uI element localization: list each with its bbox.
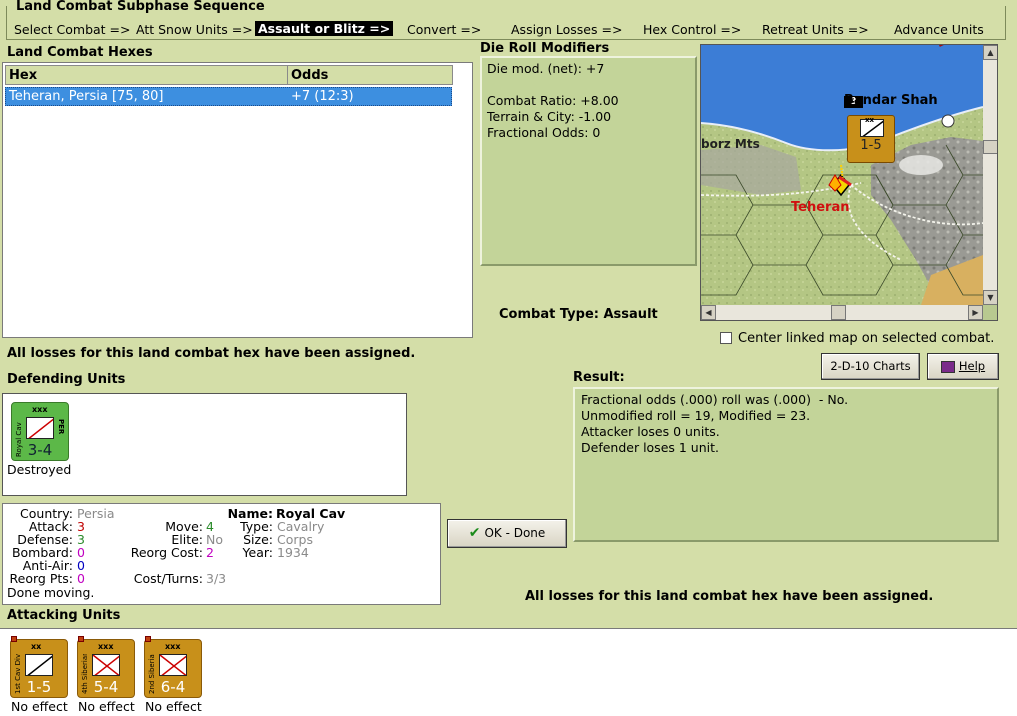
die-roll-modifiers-panel: Die mod. (net): +7 Combat Ratio: +8.00 T… [480, 56, 697, 266]
charts-button[interactable]: 2-D-10 Charts [821, 353, 920, 380]
unit-type-box [25, 654, 53, 676]
year-label: Year: [242, 545, 273, 560]
unit-info-panel: Country: Persia Attack: 3 Defense: 3 Bom… [2, 503, 441, 605]
defending-unit-counter[interactable]: xxx Royal Cav PER 3-4 [11, 402, 69, 461]
odds-cell: +7 (12:3) [291, 89, 354, 104]
checkmark-icon: ✔ [468, 525, 481, 541]
seq-step-convert[interactable]: Convert => [407, 22, 481, 37]
unit-pip-icon [78, 636, 84, 642]
help-book-icon [940, 360, 955, 373]
unit-size-marker: xx [31, 642, 42, 651]
unit-strength: 5-4 [93, 678, 119, 696]
land-combat-hexes-table: Hex Odds Teheran, Persia [75, 80] +7 (12… [2, 62, 473, 338]
defending-units-title: Defending Units [7, 372, 126, 387]
land-combat-hexes-title: Land Combat Hexes [7, 45, 153, 60]
unit-size-marker: xxx [32, 405, 48, 414]
map-unit-counter[interactable]: xx 1-5 [847, 115, 895, 163]
drm-spacer [487, 77, 690, 93]
infantry-symbol-icon [160, 655, 186, 675]
attacking-unit-counter[interactable]: xx 1st Cav Div 1-5 [10, 636, 68, 698]
map-label-teheran: Teheran [791, 200, 850, 215]
attacking-unit-status: No effect [11, 699, 68, 714]
map-terrain[interactable] [701, 45, 983, 305]
unit-size-marker: xxx [98, 642, 114, 651]
unit-pip-icon [145, 636, 151, 642]
unit-pip-icon [11, 636, 17, 642]
year-value: 1934 [277, 545, 309, 560]
map-hscroll-thumb[interactable] [831, 305, 846, 320]
unit-type-box [159, 654, 187, 676]
attacking-units-panel: xx 1st Cav Div 1-5 No effect xxx 4th Sib… [0, 628, 1017, 716]
table-row[interactable]: Teheran, Persia [75, 80] +7 (12:3) [5, 87, 452, 106]
drm-combat-ratio-line: Combat Ratio: +8.00 [487, 93, 619, 108]
attacking-unit-status: No effect [78, 699, 135, 714]
result-line: Attacker loses 0 units. [581, 424, 720, 439]
defending-units-panel: xxx Royal Cav PER 3-4 Destroyed [2, 393, 407, 496]
map-unit-size: xx [865, 116, 875, 124]
map-vscroll-track[interactable] [983, 45, 997, 305]
attacking-units-title: Attacking Units [7, 608, 121, 623]
attacking-unit-counter[interactable]: xxx 2nd Siberian 6-4 [144, 636, 202, 698]
unit-status-text: Done moving. [7, 585, 95, 600]
result-line: Unmodified roll = 19, Modified = 23. [581, 408, 811, 423]
help-button-label: Help [958, 359, 986, 373]
unit-size-marker: xxx [165, 642, 181, 651]
seq-step-assault-or-blitz[interactable]: Assault or Blitz => [255, 21, 394, 36]
combat-type: Combat Type: Assault [499, 307, 658, 322]
result-line: Fractional odds (.000) roll was (.000) -… [581, 392, 849, 407]
die-roll-modifiers-title: Die Roll Modifiers [480, 41, 610, 56]
unit-strength: 6-4 [160, 678, 186, 696]
map-scroll-up-button[interactable]: ▲ [983, 45, 997, 60]
cavalry-symbol-icon [28, 418, 53, 438]
reorg-cost-label: Reorg Cost: [130, 545, 203, 560]
combat-type-value: Assault [603, 307, 658, 322]
defending-unit-status: Destroyed [7, 462, 72, 477]
losses-assigned-message-right: All losses for this land combat hex have… [525, 589, 934, 604]
drm-net-line: Die mod. (net): +7 [487, 61, 605, 76]
attacking-unit-status: No effect [145, 699, 202, 714]
reorg-pts-label: Reorg Pts: [9, 571, 73, 586]
result-panel: Fractional odds (.000) roll was (.000) -… [573, 387, 999, 542]
seq-step-assign-losses[interactable]: Assign Losses => [511, 22, 622, 37]
seq-step-retreat-units[interactable]: Retreat Units => [762, 22, 869, 37]
seq-step-select-combat[interactable]: Select Combat => [14, 22, 131, 37]
seq-step-advance-units[interactable]: Advance Units [894, 22, 984, 37]
cost-turns-label: Cost/Turns: [133, 571, 203, 586]
reorg-pts-value: 0 [77, 571, 85, 586]
losses-assigned-message: All losses for this land combat hex have… [7, 346, 416, 361]
result-line: Defender loses 1 unit. [581, 440, 719, 455]
hex-cell: Teheran, Persia [75, 80] [9, 89, 164, 104]
result-title: Result: [573, 370, 625, 385]
unit-type-box [26, 417, 54, 439]
seq-step-hex-control[interactable]: Hex Control => [643, 22, 741, 37]
cost-turns-value: 3/3 [206, 571, 227, 586]
cavalry-symbol-icon [27, 655, 52, 675]
column-header-hex[interactable]: Hex [5, 65, 288, 85]
unit-strength: 3-4 [27, 441, 53, 459]
column-header-odds[interactable]: Odds [287, 65, 453, 85]
ok-done-button[interactable]: ✔ OK - Done [447, 519, 567, 548]
drm-terrain-line: Terrain & City: -1.00 [487, 109, 612, 124]
map-unit-strength: 1-5 [860, 138, 882, 153]
map-scroll-left-button[interactable]: ◀ [701, 305, 716, 320]
ok-done-label: OK - Done [484, 526, 546, 540]
map-label-elburz-mts: borz Mts [701, 137, 760, 151]
seq-step-att-snow-units[interactable]: Att Snow Units => [136, 22, 253, 37]
center-linked-map-checkbox[interactable] [720, 332, 732, 344]
map-scroll-down-button[interactable]: ▼ [983, 290, 997, 305]
map-label-bandar-shah: Bandar Shah [844, 93, 938, 108]
unit-strength: 1-5 [26, 678, 52, 696]
map-scroll-right-button[interactable]: ▶ [968, 305, 983, 320]
attacking-unit-counter[interactable]: xxx 4th Siberian 5-4 [77, 636, 135, 698]
drm-fractional-line: Fractional Odds: 0 [487, 125, 601, 140]
map-vscroll-thumb[interactable] [983, 140, 997, 154]
reorg-cost-value: 2 [206, 545, 214, 560]
combat-type-label: Combat Type: [499, 307, 599, 322]
linked-map[interactable]: 3 Bandar Shah borz Mts Teheran xx 1-5 ▲ … [700, 44, 998, 321]
subphase-sequence-title: Land Combat Subphase Sequence [14, 0, 267, 14]
unit-type-box [92, 654, 120, 676]
help-button[interactable]: Help [927, 353, 999, 380]
infantry-symbol-icon [93, 655, 119, 675]
center-linked-map-label: Center linked map on selected combat. [738, 331, 995, 346]
